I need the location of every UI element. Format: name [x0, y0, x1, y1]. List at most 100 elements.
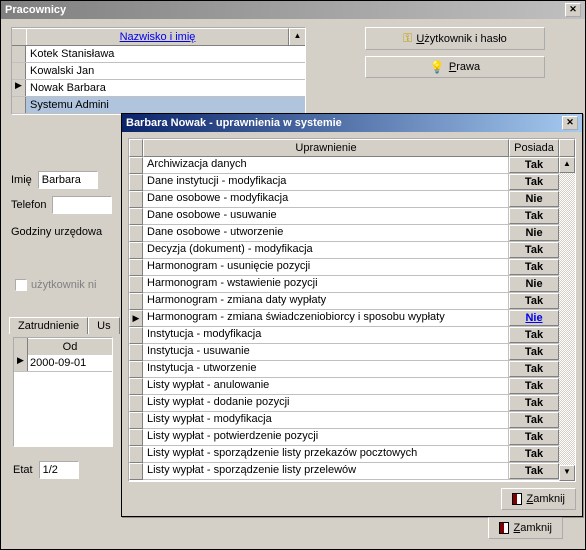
list-item[interactable]: ▶Nowak Barbara [12, 80, 305, 97]
permission-toggle[interactable]: Tak [509, 463, 559, 479]
table-row[interactable]: Instytucja - modyfikacjaTak [129, 327, 559, 344]
tab-zatrudnienie[interactable]: Zatrudnienie [9, 317, 88, 334]
employee-name: Kotek Stanisława [26, 46, 305, 62]
table-row[interactable]: Listy wypłat - sporządzenie listy przeka… [129, 446, 559, 463]
table-row[interactable]: Dane instytucji - modyfikacjaTak [129, 174, 559, 191]
permission-toggle[interactable]: Tak [509, 361, 559, 377]
door-icon [499, 522, 509, 534]
employees-list[interactable]: Nazwisko i imię ▲ Kotek StanisławaKowals… [11, 27, 306, 115]
permission-toggle[interactable]: Nie [509, 310, 559, 326]
permission-toggle[interactable]: Tak [509, 293, 559, 309]
permissions-window: Barbara Nowak - uprawnienia w systemie ✕… [121, 113, 583, 517]
table-row[interactable]: Listy wypłat - sporządzenie listy przele… [129, 463, 559, 480]
permission-label: Dane osobowe - usuwanie [143, 208, 509, 225]
table-row[interactable]: Harmonogram - zmiana daty wypłatyTak [129, 293, 559, 310]
col-uprawnienie: Uprawnienie [143, 139, 509, 157]
close-icon[interactable]: ✕ [565, 3, 581, 17]
row-marker-icon [129, 463, 143, 480]
imie-label: Imię [11, 174, 32, 186]
permission-label: Archiwizacja danych [143, 157, 509, 174]
permission-toggle[interactable]: Tak [509, 259, 559, 275]
permission-label: Listy wypłat - sporządzenie listy przeka… [143, 446, 509, 463]
row-marker-icon [129, 361, 143, 378]
row-marker-icon [129, 412, 143, 429]
table-row[interactable]: Listy wypłat - modyfikacjaTak [129, 412, 559, 429]
table-row[interactable]: Decyzja (dokument) - modyfikacjaTak [129, 242, 559, 259]
list-item[interactable]: Systemu Admini [12, 97, 305, 114]
user-password-button[interactable]: ⚿ Użytkownik i hasło [365, 27, 545, 50]
permission-toggle[interactable]: Tak [509, 344, 559, 360]
permission-toggle[interactable]: Tak [509, 157, 559, 173]
employees-titlebar: Pracownicy ✕ [1, 1, 585, 19]
field-telefon: Telefon [11, 196, 112, 214]
table-row[interactable]: Listy wypłat - dodanie pozycjiTak [129, 395, 559, 412]
row-marker-icon [129, 344, 143, 361]
permission-label: Instytucja - usuwanie [143, 344, 509, 361]
permission-toggle[interactable]: Nie [509, 225, 559, 241]
close-icon[interactable]: ✕ [562, 116, 578, 130]
uzytkownik-label: użytkownik ni [31, 279, 96, 291]
table-row[interactable]: Harmonogram - wstawienie pozycjiNie [129, 276, 559, 293]
permission-toggle[interactable]: Tak [509, 446, 559, 462]
col-od: Od [28, 338, 112, 355]
permission-toggle[interactable]: Tak [509, 412, 559, 428]
row-marker-icon [129, 327, 143, 344]
scrollbar[interactable]: ▲ ▼ [559, 139, 575, 481]
column-header-name[interactable]: Nazwisko i imię [26, 28, 289, 45]
scroll-track[interactable] [559, 173, 575, 465]
table-row[interactable]: Dane osobowe - modyfikacjaNie [129, 191, 559, 208]
imie-input[interactable] [38, 171, 98, 189]
permission-label: Listy wypłat - modyfikacja [143, 412, 509, 429]
permission-toggle[interactable]: Tak [509, 395, 559, 411]
rights-button[interactable]: 💡 Prawa [365, 56, 545, 78]
table-row[interactable]: Listy wypłat - potwierdzenie pozycjiTak [129, 429, 559, 446]
list-item[interactable]: Kotek Stanisława [12, 46, 305, 63]
permission-label: Instytucja - modyfikacja [143, 327, 509, 344]
employment-date[interactable]: 2000-09-01 [28, 355, 112, 371]
permission-toggle[interactable]: Tak [509, 208, 559, 224]
telefon-label: Telefon [11, 199, 46, 211]
table-row[interactable]: Archiwizacja danychTak [129, 157, 559, 174]
scroll-down-icon[interactable]: ▼ [559, 465, 575, 481]
table-row[interactable]: Dane osobowe - utworzenieNie [129, 225, 559, 242]
table-row[interactable]: Instytucja - usuwanieTak [129, 344, 559, 361]
permission-label: Harmonogram - usunięcie pozycji [143, 259, 509, 276]
table-row[interactable]: Instytucja - utworzenieTak [129, 361, 559, 378]
employment-grid[interactable]: Od ▶ 2000-09-01 [13, 337, 113, 447]
permission-toggle[interactable]: Nie [509, 191, 559, 207]
permission-label: Listy wypłat - dodanie pozycji [143, 395, 509, 412]
permission-toggle[interactable]: Nie [509, 276, 559, 292]
table-row[interactable]: Listy wypłat - anulowanieTak [129, 378, 559, 395]
permission-toggle[interactable]: Tak [509, 378, 559, 394]
permission-label: Listy wypłat - sporządzenie listy przele… [143, 463, 509, 480]
godziny-label: Godziny urzędowa [11, 226, 102, 238]
employees-title: Pracownicy [5, 4, 66, 16]
telefon-input[interactable] [52, 196, 112, 214]
tab-us[interactable]: Us [88, 317, 119, 334]
permission-label: Dane instytucji - modyfikacja [143, 174, 509, 191]
etat-input[interactable] [39, 461, 79, 479]
permission-toggle[interactable]: Tak [509, 327, 559, 343]
row-marker-icon: ▶ [12, 80, 26, 96]
row-marker-icon [129, 191, 143, 208]
row-marker-icon: ▶ [129, 310, 143, 327]
scroll-up-icon[interactable]: ▲ [559, 157, 575, 173]
list-item[interactable]: Kowalski Jan [12, 63, 305, 80]
permission-label: Dane osobowe - utworzenie [143, 225, 509, 242]
col-posiada: Posiada [509, 139, 559, 157]
table-row[interactable]: ▶Harmonogram - zmiana świadczeniobiorcy … [129, 310, 559, 327]
checkbox-icon[interactable] [15, 279, 27, 291]
row-marker-icon [129, 293, 143, 310]
permission-label: Harmonogram - wstawienie pozycji [143, 276, 509, 293]
row-marker-icon: ▶ [14, 355, 28, 371]
table-row[interactable]: Harmonogram - usunięcie pozycjiTak [129, 259, 559, 276]
close-button[interactable]: Zamknij [501, 488, 576, 510]
permission-label: Instytucja - utworzenie [143, 361, 509, 378]
permission-toggle[interactable]: Tak [509, 174, 559, 190]
close-button-back[interactable]: Zamknij [488, 517, 563, 539]
permission-toggle[interactable]: Tak [509, 242, 559, 258]
scroll-up-icon[interactable]: ▲ [289, 28, 305, 45]
permission-toggle[interactable]: Tak [509, 429, 559, 445]
table-row[interactable]: Dane osobowe - usuwanieTak [129, 208, 559, 225]
row-marker-icon [129, 259, 143, 276]
